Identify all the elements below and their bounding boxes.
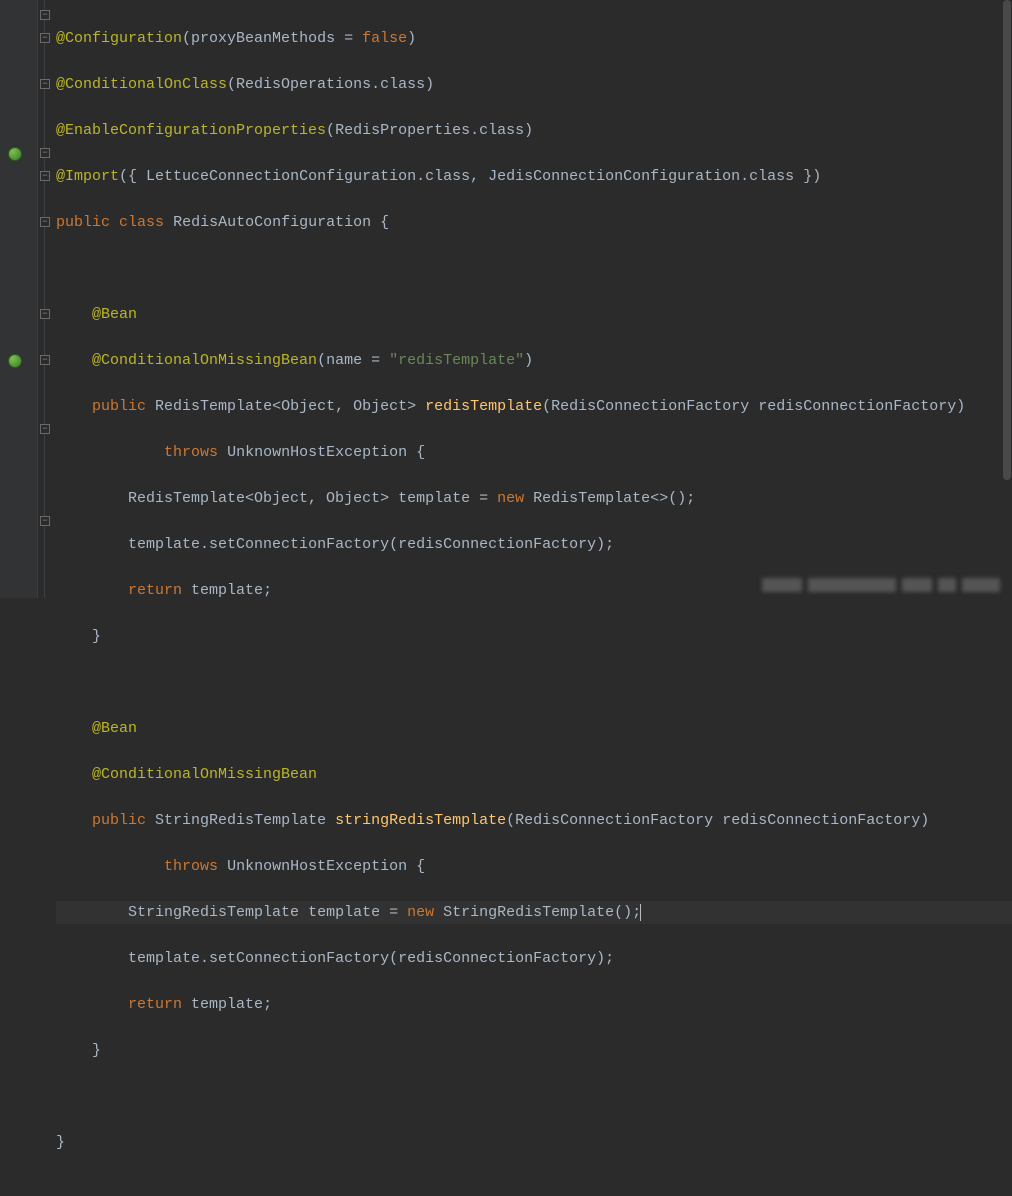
fold-toggle[interactable]: − bbox=[40, 33, 50, 43]
fold-toggle[interactable]: − bbox=[40, 355, 50, 365]
annotation: @ConditionalOnClass bbox=[56, 76, 227, 93]
fold-toggle[interactable]: − bbox=[40, 516, 50, 526]
annotation: @Configuration bbox=[56, 30, 182, 47]
annotation: @Import bbox=[56, 168, 119, 185]
spring-bean-icon[interactable] bbox=[8, 147, 24, 163]
annotation: @ConditionalOnMissingBean bbox=[92, 352, 317, 369]
annotation: @Bean bbox=[92, 720, 137, 737]
fold-toggle[interactable]: − bbox=[40, 217, 50, 227]
gutter bbox=[0, 0, 38, 598]
fold-toggle[interactable]: − bbox=[40, 79, 50, 89]
text-caret bbox=[640, 904, 641, 921]
fold-toggle[interactable]: − bbox=[40, 148, 50, 158]
class-name: RedisAutoConfiguration bbox=[173, 214, 371, 231]
status-bar-obscured bbox=[762, 572, 1012, 598]
fold-toggle[interactable]: − bbox=[40, 10, 50, 20]
method-name: redisTemplate bbox=[425, 398, 542, 415]
code-editor: − − − − − − − − − − @Configuration(proxy… bbox=[0, 0, 1012, 598]
fold-toggle[interactable]: − bbox=[40, 171, 50, 181]
vertical-scrollbar[interactable] bbox=[1002, 0, 1012, 598]
fold-toggle[interactable]: − bbox=[40, 309, 50, 319]
fold-toggle[interactable]: − bbox=[40, 424, 50, 434]
annotation: @Bean bbox=[92, 306, 137, 323]
current-line: StringRedisTemplate template = new Strin… bbox=[56, 901, 1012, 924]
spring-bean-icon[interactable] bbox=[8, 354, 24, 370]
annotation: @ConditionalOnMissingBean bbox=[92, 766, 317, 783]
annotation: @EnableConfigurationProperties bbox=[56, 122, 326, 139]
method-name: stringRedisTemplate bbox=[335, 812, 506, 829]
scroll-thumb[interactable] bbox=[1003, 0, 1011, 480]
fold-column: − − − − − − − − − − bbox=[38, 0, 52, 598]
code-area[interactable]: @Configuration(proxyBeanMethods = false)… bbox=[52, 0, 1012, 598]
